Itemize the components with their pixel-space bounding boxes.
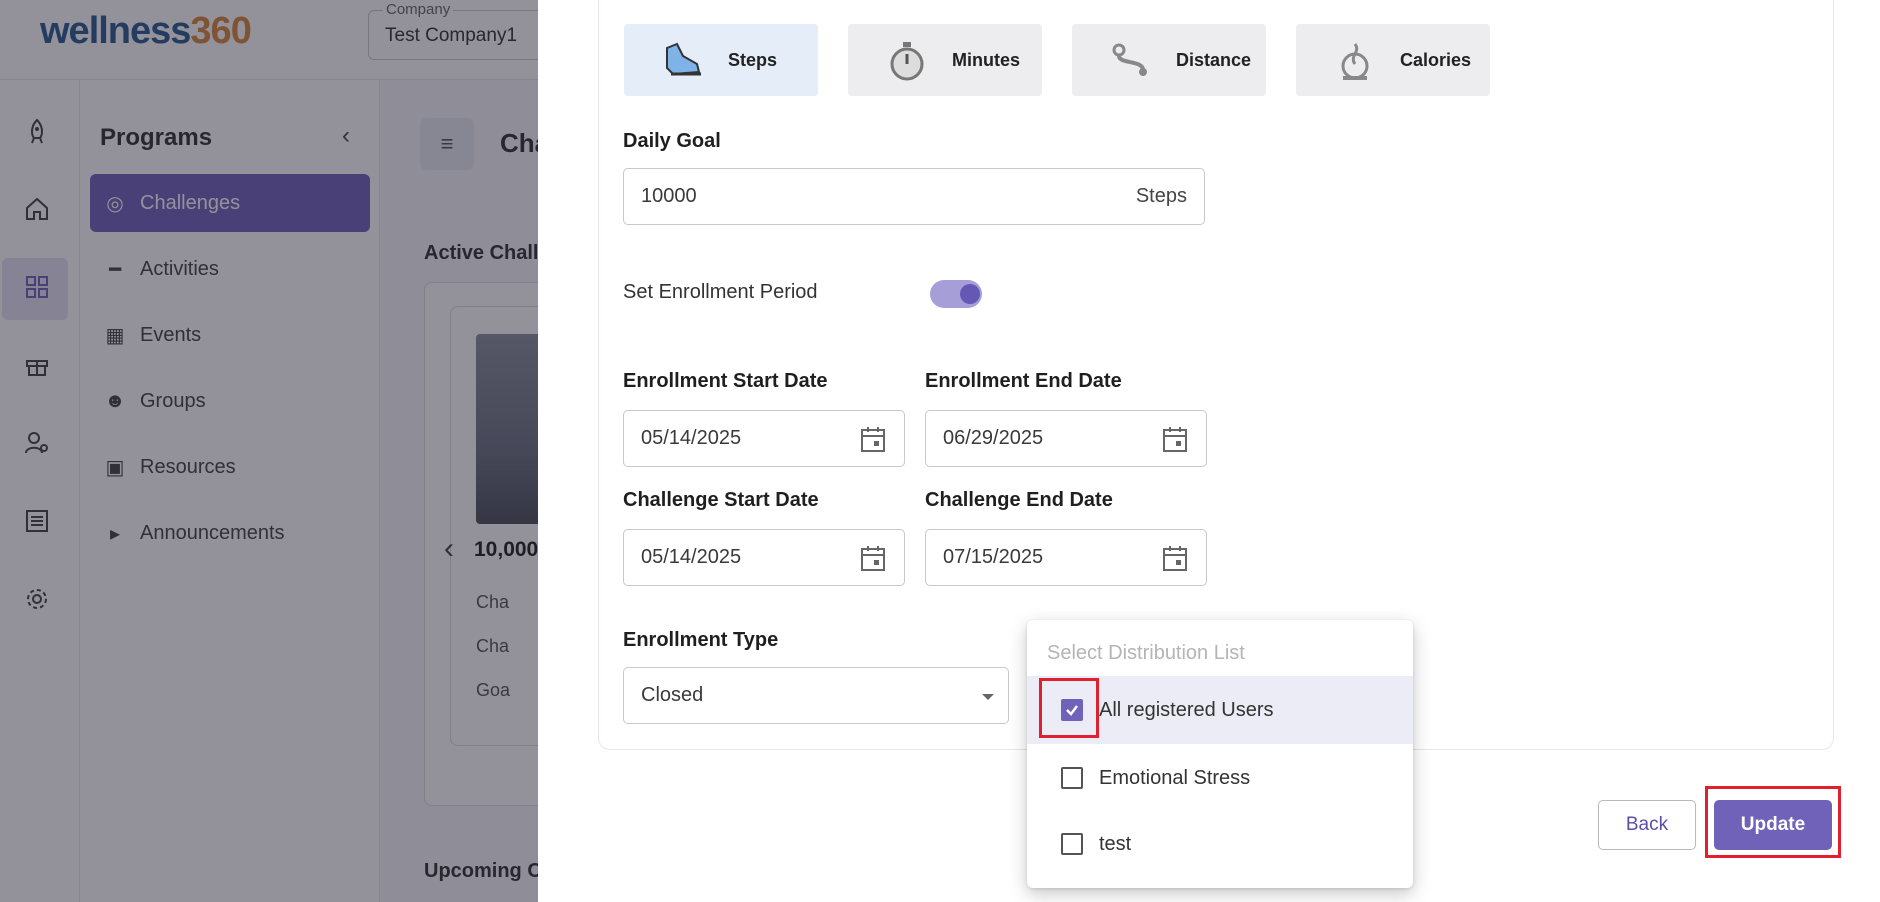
- daily-goal-unit: Steps: [1135, 185, 1187, 207]
- metric-label: Distance: [1176, 49, 1252, 70]
- option-label: All registered Users: [1099, 698, 1274, 721]
- option-label: Emotional Stress: [1099, 766, 1251, 789]
- metric-steps-button[interactable]: Steps: [624, 24, 818, 96]
- update-button-highlight: [1705, 786, 1841, 858]
- distribution-list-dropdown: Select Distribution List All registered …: [1027, 620, 1413, 888]
- metric-label: Steps: [728, 49, 778, 70]
- checkbox-highlight: [1039, 678, 1099, 738]
- metric-calories-button[interactable]: Calories: [1296, 24, 1490, 96]
- enrollment-type-value: Closed: [641, 684, 704, 706]
- metric-label: Minutes: [952, 49, 1021, 70]
- caret-down-icon: [982, 694, 994, 700]
- checkbox[interactable]: [1061, 767, 1083, 789]
- enrollment-period-label: Set Enrollment Period: [623, 281, 818, 303]
- metric-minutes-button[interactable]: Minutes: [848, 24, 1042, 96]
- back-button[interactable]: Back: [1598, 800, 1696, 850]
- option-emotional-stress[interactable]: Emotional Stress: [1027, 744, 1413, 812]
- sneaker-icon: [660, 37, 706, 83]
- toggle-knob: [960, 284, 980, 304]
- daily-goal-value: 10000: [641, 185, 697, 207]
- option-test[interactable]: test: [1027, 810, 1413, 878]
- distribution-list-placeholder[interactable]: Select Distribution List: [1047, 642, 1245, 665]
- option-label: test: [1099, 832, 1132, 855]
- metric-distance-button[interactable]: Distance: [1072, 24, 1266, 96]
- metric-label: Calories: [1400, 49, 1472, 70]
- enrollment-type-select[interactable]: Closed: [623, 667, 1009, 724]
- flame-icon: [1332, 37, 1378, 83]
- route-icon: [1108, 37, 1154, 83]
- stopwatch-icon: [884, 37, 930, 83]
- checkbox[interactable]: [1061, 833, 1083, 855]
- daily-goal-input[interactable]: 10000 Steps: [623, 168, 1205, 225]
- daily-goal-label: Daily Goal: [623, 130, 721, 152]
